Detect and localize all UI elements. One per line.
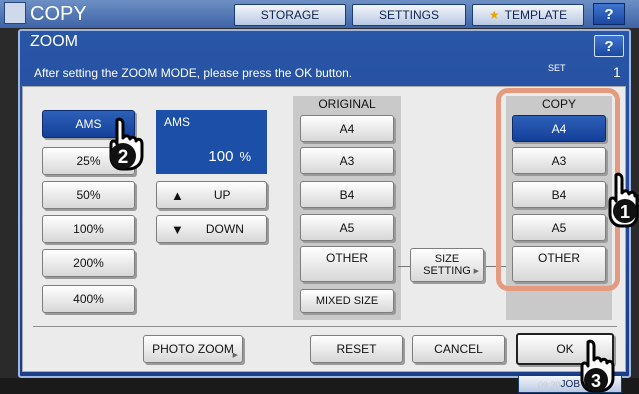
copy-app-icon [4, 2, 26, 24]
zoom-up-button[interactable]: ▲ UP [156, 181, 267, 209]
photo-zoom-label: PHOTO ZOOM [152, 342, 234, 356]
triangle-down-icon: ▼ [171, 221, 184, 237]
size-setting-button[interactable]: SIZE SETTING ▶ [410, 248, 484, 282]
dialog-help-button[interactable]: ? [594, 35, 624, 57]
zoom-100-button[interactable]: 100% [42, 215, 135, 243]
zoom-down-button[interactable]: ▼ DOWN [156, 215, 267, 243]
original-other-button[interactable]: OTHER [300, 246, 394, 282]
tab-template[interactable]: ★ TEMPLATE [472, 4, 584, 26]
reset-label: RESET [336, 342, 377, 356]
mixed-size-button[interactable]: MIXED SIZE [300, 289, 394, 313]
zoom-100-label: 100% [73, 222, 104, 236]
original-a4-button[interactable]: A4 [300, 115, 394, 142]
original-other-label: OTHER [326, 251, 368, 265]
zoom-400-button[interactable]: 400% [42, 285, 135, 313]
zoom-50-label: 50% [76, 188, 101, 202]
ratio-unit: % [239, 149, 251, 164]
instruction-text: After setting the ZOOM MODE, please pres… [34, 66, 353, 80]
tab-storage[interactable]: STORAGE [234, 4, 346, 26]
dialog-title: ZOOM [30, 33, 78, 50]
zoom-down-label: DOWN [205, 222, 244, 236]
star-icon: ★ [488, 8, 500, 22]
ams-display-label: AMS [164, 115, 191, 129]
photo-zoom-button[interactable]: PHOTO ZOOM ▶ [143, 335, 243, 363]
callout-number-3: 3 [591, 371, 601, 391]
original-a5-button[interactable]: A5 [300, 214, 394, 241]
ok-label: OK [556, 342, 574, 356]
zoom-200-label: 200% [73, 256, 104, 270]
size-setting-line2: SETTING [423, 265, 471, 277]
cancel-button[interactable]: CANCEL [412, 335, 505, 363]
zoom-200-button[interactable]: 200% [42, 249, 135, 277]
original-a3-label: A3 [339, 153, 355, 168]
callout-number-1: 1 [620, 202, 630, 222]
hand-pointer-icon-2: 2 [109, 117, 144, 171]
app-title: COPY [30, 3, 87, 25]
hand-pointer-icon-1: 1 [608, 172, 639, 228]
zoom-ratio-value: 100% [208, 148, 251, 165]
ratio-number: 100 [208, 148, 234, 165]
original-a3-button[interactable]: A3 [300, 147, 394, 174]
tab-storage-label: STORAGE [260, 8, 320, 22]
set-label: SET [548, 63, 566, 73]
tab-settings[interactable]: SETTINGS [352, 4, 466, 26]
tab-settings-label: SETTINGS [378, 8, 439, 22]
reset-button[interactable]: RESET [310, 335, 403, 363]
cancel-label: CANCEL [434, 342, 483, 356]
connector-line-left [398, 266, 410, 267]
zoom-50-button[interactable]: 50% [42, 181, 135, 209]
hand-pointer-icon-3: 3 [580, 339, 615, 393]
zoom-400-label: 400% [73, 292, 104, 306]
clock-time: 09:30 [538, 380, 561, 390]
bottom-divider [33, 326, 617, 327]
submenu-arrow-icon: ▶ [232, 352, 238, 359]
triangle-up-icon: ▲ [171, 187, 184, 203]
size-setting-line1: SIZE [434, 253, 460, 265]
original-a5-label: A5 [339, 220, 355, 235]
zoom-25-label: 25% [76, 154, 101, 168]
zoom-up-label: UP [213, 188, 231, 202]
mixed-size-label: MIXED SIZE [315, 295, 379, 307]
help-button-top[interactable]: ? [593, 3, 625, 25]
tab-template-label: TEMPLATE [504, 8, 568, 22]
original-header: ORIGINAL [318, 97, 376, 111]
zoom-ams-label: AMS [75, 117, 102, 131]
submenu-arrow-icon: ▶ [473, 268, 479, 275]
zoom-ratio-display: AMS 100% [156, 110, 267, 174]
original-a4-label: A4 [339, 121, 355, 136]
original-b4-label: B4 [339, 187, 355, 202]
original-b4-button[interactable]: B4 [300, 181, 394, 208]
set-value: 1 [613, 64, 621, 80]
callout-number-2: 2 [118, 147, 129, 168]
